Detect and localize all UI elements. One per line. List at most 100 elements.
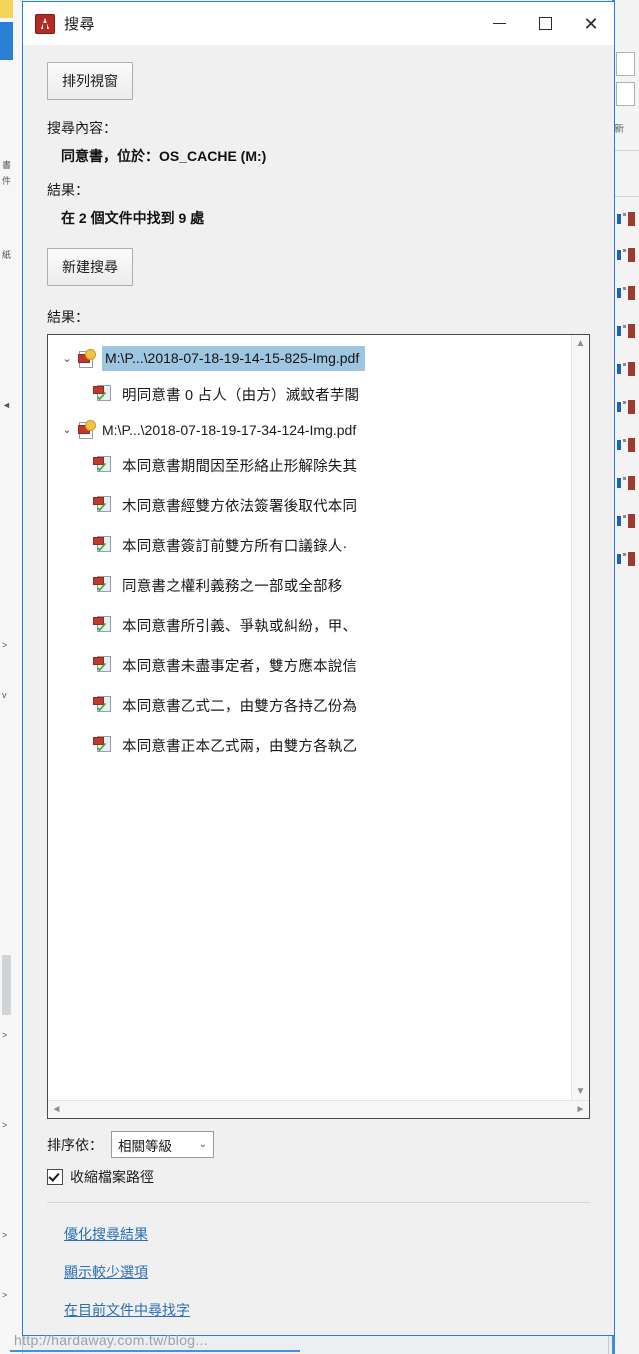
results-main: ⌄ M:\P...\2018-07-18-19-14-15-825-Img.pdf… (48, 335, 589, 1100)
result-hit-row[interactable]: 本同意書期間因至形絡止形解除失其 (48, 445, 571, 485)
result-hit-text: 明同意書 0 占人（由方）滅蚊者芋閣 (122, 387, 360, 404)
result-hit-row[interactable]: 明同意書 0 占人（由方）滅蚊者芋閣 (48, 374, 571, 414)
results-horizontal-scrollbar[interactable]: ◄ ► (48, 1100, 589, 1118)
background-bookmark-icon (617, 248, 637, 262)
search-hit-icon (93, 575, 113, 595)
minimize-icon (492, 23, 506, 24)
background-left-glyph: 書 (2, 160, 12, 170)
minimize-button[interactable] (476, 2, 522, 45)
background-bookmark-icon (617, 286, 637, 300)
pdf-file-icon (78, 348, 96, 368)
result-hit-row[interactable]: 本同意書乙式二，由雙方各持乙份為 (48, 685, 571, 725)
result-hit-text: 本同意書簽訂前雙方所有口議錄人· (122, 538, 348, 555)
search-hit-icon (93, 735, 113, 755)
results-heading: 結果： (47, 309, 89, 325)
new-search-button[interactable]: 新建搜尋 (47, 248, 133, 286)
background-bookmark-icon (617, 400, 637, 414)
result-file-name: M:\P...\2018-07-18-19-14-15-825-Img.pdf (102, 346, 366, 371)
footer-link[interactable]: 優化搜尋結果 (64, 1215, 148, 1253)
background-bookmark-icon (617, 514, 637, 528)
result-hit-row[interactable]: 木同意書經雙方依法簽署後取代本同 (48, 485, 571, 525)
background-bookmark-icon (617, 362, 637, 376)
footer-links: 優化搜尋結果 顯示較少選項 在目前文件中尋找字 (47, 1203, 590, 1335)
result-hit-row[interactable]: 本同意書正本乙式兩，由雙方各執乙 (48, 725, 571, 765)
sort-label: 排序依： (47, 1136, 103, 1153)
background-left-glyph: 紙 (2, 250, 12, 260)
footer-link-row: 在目前文件中尋找字 (47, 1291, 590, 1329)
background-page-thumb-icon (616, 82, 635, 106)
search-hit-icon (93, 695, 113, 715)
footer-link[interactable]: 在目前文件中尋找字 (64, 1291, 190, 1329)
background-bookmark-icon (617, 324, 637, 338)
result-hit-text: 同意書之權利義務之一部或全部移 (122, 578, 343, 595)
results-panel: ⌄ M:\P...\2018-07-18-19-14-15-825-Img.pdf… (47, 334, 590, 1119)
scroll-left-icon[interactable]: ◄ (48, 1101, 65, 1118)
maximize-icon (538, 17, 552, 30)
search-hit-icon (93, 384, 113, 404)
result-file-name: M:\P...\2018-07-18-19-17-34-124-Img.pdf (102, 421, 357, 438)
window-title: 搜尋 (64, 16, 96, 33)
chevron-down-icon[interactable]: ⌄ (56, 419, 78, 441)
background-page-thumb-icon (616, 52, 635, 76)
collapse-path-checkbox[interactable] (47, 1169, 63, 1185)
results-vertical-scrollbar[interactable]: ▲ ▼ (571, 335, 589, 1100)
sort-select-value: 相關等級 (118, 1138, 172, 1154)
result-hit-text: 本同意書所引義、爭執或糾紛，甲、 (122, 618, 358, 635)
background-right-inner (615, 0, 639, 1354)
collapse-path-label: 收縮檔案路徑 (70, 1169, 154, 1185)
search-dialog: 搜尋 ✕ 排列視窗 搜尋內容： 同意書，位於：OS_CACHE (M:) 結果：… (22, 1, 615, 1336)
result-hit-text: 本同意書未盡事定者，雙方應本說信 (122, 658, 358, 675)
chevron-down-icon[interactable]: ⌄ (56, 348, 78, 370)
result-hit-text: 本同意書正本乙式兩，由雙方各執乙 (122, 738, 358, 755)
result-hit-text: 木同意書經雙方依法簽署後取代本同 (122, 498, 358, 515)
background-yellow-tab (0, 0, 13, 18)
background-right-glyph: 新 (614, 124, 624, 135)
search-hit-icon (93, 455, 113, 475)
result-hit-text: 本同意書乙式二，由雙方各持乙份為 (122, 698, 358, 715)
sort-select[interactable]: 相關等級 ⌄ (111, 1131, 214, 1158)
background-bookmark-icon (617, 476, 637, 490)
scroll-down-icon[interactable]: ▼ (572, 1083, 589, 1100)
acrobat-icon (35, 13, 55, 34)
maximize-button[interactable] (522, 2, 568, 45)
background-blue-tab (0, 22, 13, 60)
result-hit-row[interactable]: 同意書之權利義務之一部或全部移 (48, 565, 571, 605)
search-hit-icon (93, 655, 113, 675)
background-left-glyph: ◄ (2, 400, 11, 410)
collapse-path-row[interactable]: 收縮檔案路徑 (47, 1167, 590, 1187)
close-icon: ✕ (583, 13, 599, 34)
results-tree[interactable]: ⌄ M:\P...\2018-07-18-19-14-15-825-Img.pdf… (48, 335, 571, 1100)
scroll-right-icon[interactable]: ► (572, 1101, 589, 1118)
background-bookmark-icon (617, 552, 637, 566)
chevron-down-icon: ⌄ (198, 1139, 207, 1150)
background-left-glyph: 件 (2, 176, 12, 186)
footer-link-row: 顯示較少選項 (47, 1253, 590, 1291)
footer-link[interactable]: 顯示較少選項 (64, 1253, 148, 1291)
window-controls: ✕ (476, 2, 614, 45)
result-file-row[interactable]: ⌄ M:\P...\2018-07-18-19-14-15-825-Img.pdf (48, 343, 571, 374)
result-hit-text: 本同意書期間因至形絡止形解除失其 (122, 458, 358, 475)
background-scrollbar-thumb[interactable] (2, 955, 11, 1015)
result-hit-row[interactable]: 本同意書簽訂前雙方所有口議錄人· (48, 525, 571, 565)
close-button[interactable]: ✕ (568, 2, 614, 45)
footer-link-row: 優化搜尋結果 (47, 1215, 590, 1253)
result-hit-row[interactable]: 本同意書未盡事定者，雙方應本說信 (48, 645, 571, 685)
screen-root: 書 件 紙 ◄ > v > > > > 新 搜尋 ✕ 排列視窗 搜尋內容： 同意… (0, 0, 639, 1354)
background-left-panel: 書 件 紙 ◄ > v > > > > (0, 0, 23, 1354)
background-bookmark-icon (617, 212, 637, 226)
query-value: 同意書，位於：OS_CACHE (M:) (61, 148, 267, 164)
background-left-glyph: > (2, 1030, 8, 1040)
result-hit-row[interactable]: 本同意書所引義、爭執或糾紛，甲、 (48, 605, 571, 645)
result-file-row[interactable]: ⌄ M:\P...\2018-07-18-19-17-34-124-Img.pdf (48, 414, 571, 445)
pdf-file-icon (78, 419, 96, 439)
watermark-text: http://hardaway.com.tw/blog... (14, 1332, 208, 1348)
search-hit-icon (93, 615, 113, 635)
title-bar[interactable]: 搜尋 ✕ (23, 2, 614, 45)
scroll-up-icon[interactable]: ▲ (572, 335, 589, 352)
search-hit-icon (93, 535, 113, 555)
arrange-windows-button[interactable]: 排列視窗 (47, 62, 133, 100)
background-left-glyph: v (2, 690, 7, 700)
background-left-glyph: > (2, 1290, 8, 1300)
background-bookmark-icon (617, 438, 637, 452)
sort-row: 排序依： 相關等級 ⌄ (47, 1131, 590, 1158)
